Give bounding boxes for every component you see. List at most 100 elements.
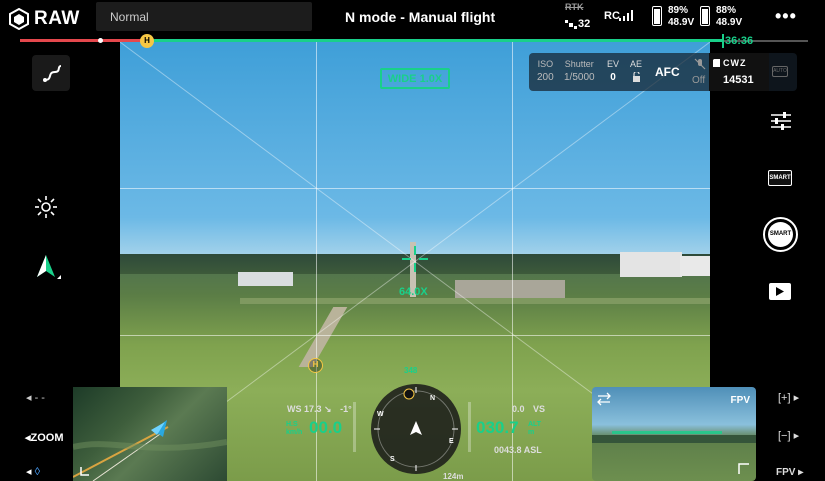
- map-graphics: [73, 420, 227, 481]
- ev-value: 0: [610, 72, 616, 83]
- chevron-left-icon: ◂: [26, 466, 35, 478]
- ev-param[interactable]: EV 0: [607, 59, 619, 83]
- storage-remaining: 14531: [723, 74, 754, 86]
- dash-label: - -: [34, 392, 45, 404]
- play-icon: [776, 287, 784, 296]
- crosshair-icon: [402, 246, 428, 272]
- battery-progress-reserve: [20, 39, 145, 42]
- lens-indicator[interactable]: WIDE 1.0X: [380, 68, 450, 89]
- compass-attitude-indicator[interactable]: N S E W: [371, 384, 461, 474]
- iso-param[interactable]: ISO 200: [537, 59, 554, 83]
- battery2-icon: [700, 6, 710, 26]
- altitude-asl: 0043.8 ASL: [494, 445, 542, 455]
- chevron-right-icon: ▸: [790, 392, 800, 404]
- ae-label: AE: [630, 59, 643, 69]
- zoom-control[interactable]: ◂ZOOM: [25, 431, 64, 444]
- gimbal-pitch: -1°: [340, 404, 352, 414]
- mic-off-icon[interactable]: [694, 58, 706, 70]
- mini-map[interactable]: [73, 387, 227, 481]
- top-bar: RAW Normal N mode - Manual flight RTK 32…: [0, 0, 825, 36]
- chevron-right-icon: ▸: [790, 430, 800, 442]
- route-icon: [43, 65, 62, 82]
- zoom-out-button[interactable]: [−] ▸: [778, 429, 799, 442]
- shutter-param[interactable]: Shutter 1/5000: [564, 59, 595, 83]
- heading-value: 348: [404, 366, 418, 375]
- focus-mode[interactable]: AFC: [655, 65, 680, 79]
- battery1-volt: 48.9V: [668, 17, 695, 28]
- vertical-speed: 0.0 VS: [512, 404, 545, 414]
- lock-icon: [632, 70, 640, 82]
- left-bottom-control[interactable]: ◂ ◊: [26, 465, 40, 478]
- progress-dot: [98, 38, 103, 43]
- gimbal-icon[interactable]: [35, 253, 63, 281]
- battery1-readout[interactable]: 89% 48.9V: [668, 5, 694, 29]
- storage-panel[interactable]: CWZ 14531: [709, 53, 769, 91]
- horizontal-speed: 00.0: [309, 418, 343, 437]
- altitude-scale: [468, 402, 471, 452]
- fpv-switch-label: FPV: [776, 467, 796, 478]
- signal-icon[interactable]: [619, 10, 633, 21]
- battery1-icon: [652, 6, 662, 26]
- raw-hex-icon: [9, 8, 29, 30]
- vertical-speed-label: VS: [533, 404, 546, 414]
- wind-speed: WS 17.3 ↘ -1°: [287, 404, 352, 415]
- wind-direction-icon: ↘: [324, 404, 332, 414]
- raw-logo: RAW: [8, 8, 80, 30]
- altitude-unit-top: ALT: [528, 421, 542, 428]
- zoom-in-label: [+]: [778, 392, 791, 404]
- zoom-out-label: [−]: [778, 430, 791, 442]
- rtk-status[interactable]: RTK 32: [565, 2, 593, 32]
- fpv-switch-button[interactable]: FPV ▸: [776, 467, 803, 478]
- shutter-value: 1/5000: [564, 72, 595, 83]
- playback-button[interactable]: [769, 283, 791, 300]
- altitude-unit: ALT m: [528, 421, 541, 437]
- speed-unit-bottom: km/h: [286, 429, 303, 436]
- speed-unit: H.S km/h: [286, 421, 302, 437]
- swap-view-icon[interactable]: [596, 392, 612, 406]
- settings-sliders-icon[interactable]: [770, 111, 792, 131]
- raw-text: RAW: [34, 8, 80, 29]
- route-button[interactable]: [32, 55, 70, 91]
- battery1-pct: 89%: [668, 5, 689, 16]
- lens-label: WIDE 1.0X: [387, 73, 443, 85]
- fpv-mini-view[interactable]: FPV: [592, 387, 756, 481]
- battery2-pct: 88%: [716, 5, 737, 16]
- compass-w: W: [377, 411, 384, 418]
- zoom-in-button[interactable]: [+] ▸: [778, 391, 799, 404]
- iso-value: 200: [537, 72, 554, 83]
- time-marker: [722, 34, 724, 48]
- smart-mode-button[interactable]: SMART: [768, 170, 792, 186]
- zoom-factor: 64.0X: [399, 286, 428, 298]
- speed-unit-top: H.S: [286, 421, 298, 428]
- iso-label: ISO: [537, 59, 554, 69]
- flight-mode-title: N mode - Manual flight: [345, 9, 496, 25]
- battery2-volt: 48.9V: [716, 17, 743, 28]
- shutter-label: SMART: [768, 222, 793, 247]
- storage-label: CWZ: [723, 58, 747, 68]
- rth-marker: H: [140, 34, 154, 48]
- audio-off-value: Off: [692, 75, 706, 86]
- wind-speed-value: WS 17.3: [287, 404, 322, 414]
- mode-selector[interactable]: Normal: [96, 2, 312, 31]
- speed-scale: [353, 402, 356, 452]
- shutter-button[interactable]: SMART: [763, 217, 798, 252]
- ev-label: EV: [607, 59, 620, 69]
- compass-e: E: [449, 438, 454, 445]
- expand-corner-icon[interactable]: [738, 463, 750, 475]
- auto-mode-icon[interactable]: AUTO: [772, 66, 788, 77]
- fpv-treeline: [592, 435, 756, 443]
- home-point-marker[interactable]: H: [308, 358, 323, 373]
- chevron-left-icon: ◂: [26, 392, 35, 404]
- rtk-label: RTK: [565, 2, 584, 12]
- more-options-icon[interactable]: •••: [775, 6, 797, 27]
- ae-lock[interactable]: AE: [630, 59, 642, 87]
- diamond-icon: ◊: [34, 466, 41, 478]
- sun-icon[interactable]: [33, 194, 59, 220]
- compass-ticks: [374, 387, 458, 471]
- left-dash-control[interactable]: ◂ - -: [26, 391, 45, 404]
- fpv-label: FPV: [730, 395, 750, 406]
- battery2-readout[interactable]: 88% 48.9V: [716, 5, 742, 29]
- satellite-count: 32: [578, 18, 591, 30]
- shutter-label: Shutter: [564, 59, 594, 69]
- mode-label: Normal: [110, 10, 149, 24]
